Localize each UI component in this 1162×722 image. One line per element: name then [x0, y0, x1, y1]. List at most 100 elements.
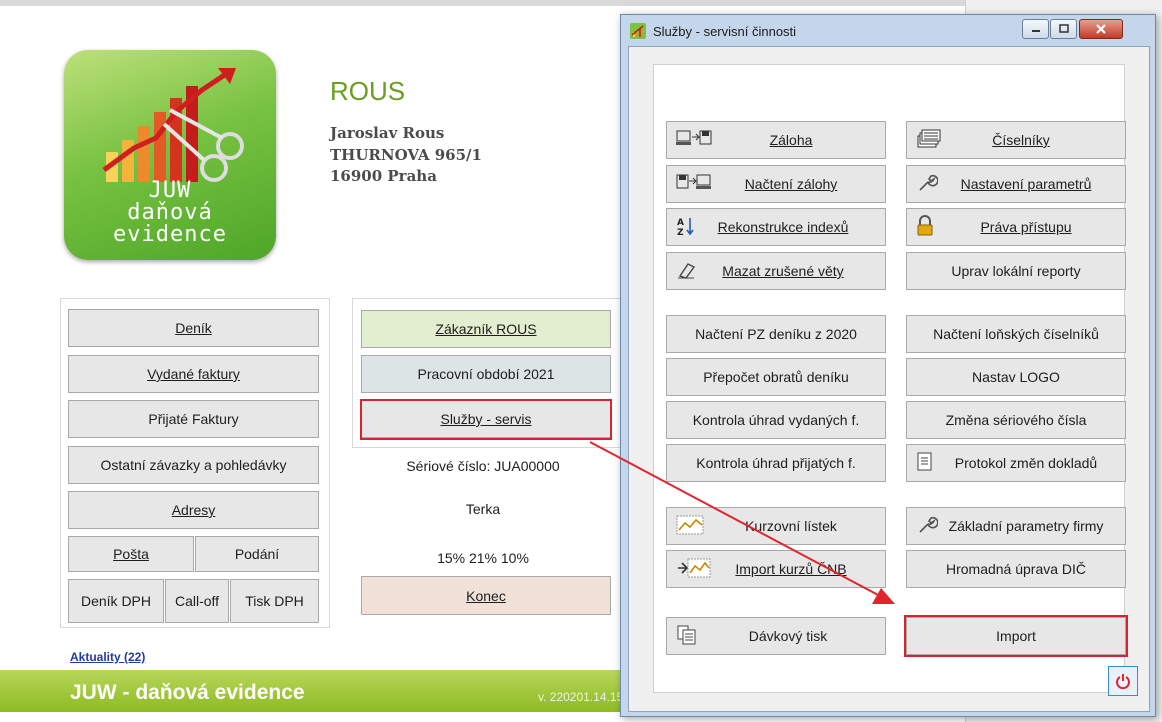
version-label: v. 220201.14.15	[538, 690, 624, 704]
import-button[interactable]: Import	[906, 617, 1126, 655]
adresy-label: Adresy	[171, 502, 216, 518]
ciselniky-button[interactable]: Číselníky	[906, 121, 1126, 159]
dialog-title: Služby - servisní činnosti	[653, 24, 797, 39]
prijate-faktury-button[interactable]: Přijaté Faktury	[68, 400, 319, 438]
zmena-serioveho-button[interactable]: Změna sériového čísla	[906, 401, 1126, 439]
denik-button[interactable]: Deník	[68, 309, 319, 347]
davkovy-tisk-button[interactable]: Dávkový tisk	[666, 617, 886, 655]
restore-icon	[676, 174, 711, 189]
prava-pristupu-button[interactable]: Práva přístupu	[906, 208, 1126, 246]
tisk-dph-button[interactable]: Tisk DPH	[230, 579, 319, 623]
denik-dph-button[interactable]: Deník DPH	[68, 579, 164, 623]
prava-pristupu-label: Práva přístupu	[980, 219, 1072, 235]
prepocet-button[interactable]: Přepočet obratů deníku	[666, 358, 886, 396]
nacteni-pz-button[interactable]: Načtení PZ deníku z 2020	[666, 315, 886, 353]
mazat-label: Mazat zrušené věty	[722, 263, 844, 279]
maximize-button[interactable]	[1050, 19, 1077, 39]
nacteni-pz-label: Načtení PZ deníku z 2020	[695, 326, 857, 342]
logo-text: JUW daňová evidence	[64, 180, 276, 246]
protokol-zmen-label: Protokol změn dokladů	[954, 455, 1098, 471]
nastav-logo-button[interactable]: Nastav LOGO	[906, 358, 1126, 396]
mazat-button[interactable]: Mazat zrušené věty	[666, 252, 886, 290]
vat-rates: 15% 21% 10%	[437, 550, 529, 566]
aktuality-link[interactable]: Aktuality (22)	[70, 650, 145, 664]
maximize-icon	[1058, 24, 1069, 33]
close-icon	[1096, 24, 1106, 34]
nacteni-ciselniku-button[interactable]: Načtení loňských číselníků	[906, 315, 1126, 353]
company-street: THURNOVA 965/1	[330, 146, 482, 164]
lock-icon	[917, 215, 933, 236]
chart-line-icon	[676, 515, 704, 535]
zaloha-button[interactable]: Záloha	[666, 121, 886, 159]
code-lists-icon	[917, 129, 941, 148]
adresy-button[interactable]: Adresy	[68, 491, 319, 529]
podani-button[interactable]: Podání	[195, 536, 319, 572]
nacteni-zalohy-button[interactable]: Načtení zálohy	[666, 165, 886, 203]
uprav-reporty-label: Uprav lokální reporty	[951, 263, 1081, 279]
pracovni-obdobi-label: Pracovní období 2021	[417, 366, 555, 382]
ostatni-zavazky-button[interactable]: Ostatní závazky a pohledávky	[68, 446, 319, 484]
dialog-client-area: Záloha Načtení zálohy AZ Rekonstrukce in…	[628, 46, 1150, 712]
app-logo: JUW daňová evidence	[64, 50, 276, 260]
eraser-icon	[678, 263, 696, 279]
podani-label: Podání	[234, 546, 280, 562]
minimize-icon	[1031, 30, 1040, 32]
company-city: 16900 Praha	[330, 167, 437, 185]
backup-icon	[676, 130, 712, 145]
nastaveni-parametru-label: Nastavení parametrů	[960, 176, 1092, 192]
import-label: Import	[996, 628, 1036, 644]
power-button[interactable]	[1108, 666, 1138, 696]
zakaznik-button[interactable]: Zákazník ROUS	[361, 310, 611, 348]
sort-az-icon: AZ	[677, 218, 694, 237]
hromadna-uprava-button[interactable]: Hromadná úprava DIČ	[906, 550, 1126, 588]
rekonstrukce-label: Rekonstrukce indexů	[717, 219, 849, 235]
nastav-logo-label: Nastav LOGO	[972, 369, 1060, 385]
user-name: Terka	[465, 501, 501, 517]
call-off-button[interactable]: Call-off	[165, 579, 229, 623]
document-icon	[917, 452, 932, 471]
dialog-titlebar[interactable]: Služby - servisní činnosti	[621, 15, 1155, 45]
kontrola-vydanych-button[interactable]: Kontrola úhrad vydaných f.	[666, 401, 886, 439]
logo-line-2: daňová	[127, 200, 213, 225]
zakaznik-label: Zákazník ROUS	[435, 321, 537, 337]
rekonstrukce-button[interactable]: AZ Rekonstrukce indexů	[666, 208, 886, 246]
logo-line-1: JUW	[148, 178, 192, 203]
vydane-faktury-label: Vydané faktury	[147, 366, 240, 382]
footer-bar: JUW - daňová evidence v. 220201.14.15	[0, 670, 628, 712]
posta-label: Pošta	[113, 546, 149, 562]
kontrola-prijatych-label: Kontrola úhrad přijatých f.	[696, 455, 856, 471]
konec-button[interactable]: Konec	[361, 576, 611, 615]
denik-label: Deník	[175, 320, 212, 336]
konec-label: Konec	[466, 587, 506, 604]
protokol-zmen-button[interactable]: Protokol změn dokladů	[906, 444, 1126, 482]
close-button[interactable]	[1079, 19, 1123, 39]
top-strip	[0, 0, 965, 6]
serial-number: Sériové číslo: JUA00000	[406, 458, 560, 474]
kurzovni-listek-button[interactable]: Kurzovní lístek	[666, 507, 886, 545]
dialog-button-panel: Záloha Načtení zálohy AZ Rekonstrukce in…	[653, 64, 1128, 693]
logo-line-3: evidence	[113, 222, 227, 247]
ciselniky-label: Číselníky	[992, 132, 1050, 148]
uprav-reporty-button[interactable]: Uprav lokální reporty	[906, 252, 1126, 290]
pracovni-obdobi-button[interactable]: Pracovní období 2021	[361, 355, 611, 393]
svg-text:Z: Z	[677, 228, 684, 237]
company-name: ROUS	[330, 76, 406, 106]
app-icon	[630, 23, 646, 39]
prijate-faktury-label: Přijaté Faktury	[148, 411, 239, 427]
power-icon	[1116, 674, 1130, 689]
vydane-faktury-button[interactable]: Vydané faktury	[68, 355, 319, 393]
wrench-icon-2	[919, 516, 938, 533]
call-off-label: Call-off	[174, 593, 220, 609]
zaloha-label: Záloha	[769, 132, 813, 148]
nastaveni-parametru-button[interactable]: Nastavení parametrů	[906, 165, 1126, 203]
nacteni-ciselniku-label: Načtení loňských číselníků	[933, 326, 1099, 342]
posta-button[interactable]: Pošta	[68, 536, 194, 572]
zakladni-parametry-button[interactable]: Základní parametry firmy	[906, 507, 1126, 545]
zmena-serioveho-label: Změna sériového čísla	[945, 412, 1087, 428]
import-kurzu-button[interactable]: Import kurzů ČNB	[666, 550, 886, 588]
davkovy-tisk-label: Dávkový tisk	[748, 628, 828, 644]
kurzovni-listek-label: Kurzovní lístek	[745, 518, 837, 534]
sluzby-servis-button[interactable]: Služby - servis	[361, 400, 611, 438]
kontrola-prijatych-button[interactable]: Kontrola úhrad přijatých f.	[666, 444, 886, 482]
minimize-button[interactable]	[1022, 19, 1049, 39]
